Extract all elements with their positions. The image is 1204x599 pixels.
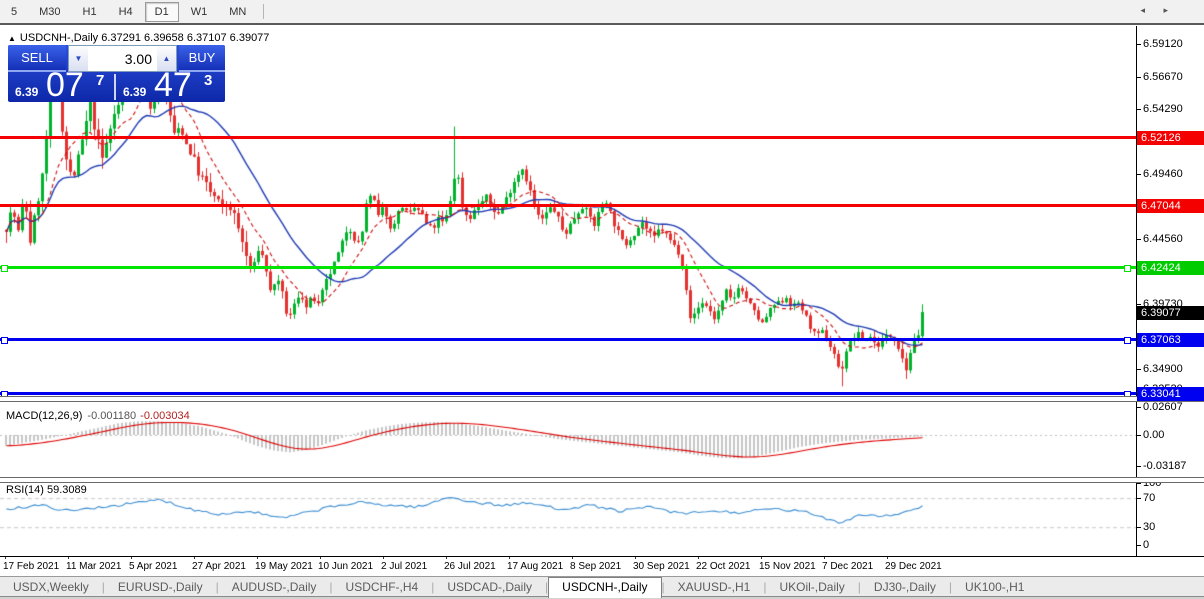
price-tick-label: 6.54290 (1143, 102, 1183, 115)
chart-tab-bar: USDX,Weekly | EURUSD-,Daily | AUDUSD-,Daily |… (0, 576, 1204, 598)
collapse-triangle-icon[interactable]: ▲ (8, 34, 16, 43)
price-level-label: 6.42424 (1137, 261, 1204, 276)
time-axis-line (0, 556, 1204, 557)
date-label: 22 Oct 2021 (696, 561, 751, 572)
date-axis: 17 Feb 2021 11 Mar 2021 5 Apr 2021 27 Apr 2… (0, 556, 1136, 576)
one-click-trade-widget: SELL ▼ ▲ BUY 6.39 07 7 6.39 47 3 (8, 45, 225, 104)
timeframe-button-mn[interactable]: MN (219, 2, 256, 22)
date-label: 17 Feb 2021 (3, 561, 60, 572)
price-tick-label: 6.34900 (1143, 363, 1183, 376)
date-label: 2 Jul 2021 (381, 561, 428, 572)
date-label: 10 Jun 2021 (318, 561, 374, 572)
horizontal-level-line[interactable] (0, 392, 1136, 396)
chart-tab-usdcad[interactable]: USDCAD-,Daily (434, 578, 545, 597)
macd-signal-value: -0.003034 (140, 410, 190, 422)
chart-tab-ukoil[interactable]: UKOil-,Daily (766, 578, 857, 597)
price-tick-label: 6.56670 (1143, 70, 1183, 83)
timeframe-button-m30[interactable]: M30 (29, 2, 70, 22)
chart-tab-uk100[interactable]: UK100-,H1 (952, 578, 1037, 597)
rsi-label: RSI(14) 59.3089 (6, 484, 87, 496)
chart-tab-xauusd[interactable]: XAUUSD-,H1 (665, 578, 764, 597)
rsi-tick-label: 70 (1143, 492, 1156, 505)
price-level-label: 6.52126 (1137, 130, 1204, 145)
ask-quote[interactable]: 6.39 47 3 (116, 66, 222, 104)
chart-tab-usdchf[interactable]: USDCHF-,H4 (333, 578, 432, 597)
line-drag-handle[interactable] (1, 337, 8, 345)
date-label: 15 Nov 2021 (759, 561, 816, 572)
chart-header: ▲ USDCNH-,Daily 6.37291 6.39658 6.37107 6… (8, 32, 269, 44)
volume-input[interactable] (88, 46, 157, 71)
chart-tab-usdx[interactable]: USDX,Weekly (0, 578, 102, 597)
ask-price-pips: 47 (154, 66, 192, 104)
date-label: 17 Aug 2021 (507, 561, 564, 572)
chart-tab-audusd[interactable]: AUDUSD-,Daily (219, 578, 330, 597)
price-tick-label: 6.44560 (1143, 233, 1183, 246)
macd-label: MACD(12,26,9) -0.001180 -0.003034 (6, 410, 190, 422)
ask-price-base: 6.39 (123, 85, 147, 99)
bid-quote[interactable]: 6.39 07 7 (8, 66, 114, 104)
timeframe-button-5[interactable]: 5 (1, 2, 27, 22)
timeframe-button-h4[interactable]: H4 (109, 2, 143, 22)
chart-tab-dj30[interactable]: DJ30-,Daily (861, 578, 949, 597)
toolbar-separator (263, 4, 265, 19)
macd-tick-label: 0.02607 (1143, 400, 1183, 413)
date-label: 11 Mar 2021 (66, 561, 122, 572)
date-label: 19 May 2021 (255, 561, 313, 572)
macd-main-value: -0.001180 (87, 410, 137, 422)
line-drag-handle[interactable] (1124, 265, 1131, 273)
bid-price-pips: 07 (46, 66, 84, 104)
macd-tick-label: 0.00 (1143, 429, 1165, 441)
chart-tab-usdcnh[interactable]: USDCNH-,Daily (548, 577, 662, 598)
timeframe-button-w1[interactable]: W1 (181, 2, 218, 22)
symbol-ohlc-text: USDCNH-,Daily 6.37291 6.39658 6.37107 6.… (19, 32, 270, 44)
date-label: 7 Dec 2021 (822, 561, 874, 572)
timeframe-button-h1[interactable]: H1 (73, 2, 107, 22)
date-label: 26 Jul 2021 (444, 561, 496, 572)
timeframe-button-d1[interactable]: D1 (144, 1, 179, 22)
price-level-label: 6.39077 (1137, 306, 1204, 321)
price-level-label: 6.33041 (1137, 387, 1204, 402)
rsi-tick-label: 0 (1143, 539, 1150, 551)
rsi-pane-separator[interactable] (0, 477, 1204, 483)
ask-price-point: 3 (204, 72, 213, 89)
line-drag-handle[interactable] (1124, 337, 1131, 345)
timeframe-toolbar: 5 M30 H1 H4 D1 W1 MN (0, 0, 1204, 25)
bid-price-base: 6.39 (15, 85, 39, 99)
trading-platform-window: 5 M30 H1 H4 D1 W1 MN ▲ USDCNH-,Daily 6.37291 6.… (0, 0, 1204, 599)
horizontal-level-line[interactable] (0, 266, 1136, 270)
line-drag-handle[interactable] (1, 265, 8, 273)
horizontal-level-line[interactable] (0, 135, 1136, 139)
bid-price-point: 7 (96, 72, 105, 89)
date-label: 8 Sep 2021 (570, 561, 622, 572)
macd-tick-label: -0.03187 (1143, 460, 1187, 472)
price-level-label: 6.47044 (1137, 199, 1204, 214)
price-level-label: 6.37063 (1137, 333, 1204, 348)
macd-pane-separator[interactable] (0, 396, 1204, 402)
price-tick-label: 6.49460 (1143, 167, 1183, 180)
tab-scroll-arrows[interactable]: ◂ ▸ (1140, 5, 1176, 16)
date-label: 5 Apr 2021 (129, 561, 178, 572)
macd-title: MACD(12,26,9) (6, 410, 83, 422)
date-label: 29 Dec 2021 (885, 561, 942, 572)
chart-window: ▲ USDCNH-,Daily 6.37291 6.39658 6.37107 6… (0, 25, 1204, 576)
date-label: 30 Sep 2021 (633, 561, 690, 572)
rsi-tick-label: 30 (1143, 521, 1156, 534)
date-label: 27 Apr 2021 (192, 561, 246, 572)
rsi-indicator-canvas[interactable] (0, 481, 1136, 556)
rsi-title: RSI(14) 59.3089 (6, 484, 87, 496)
price-tick-label: 6.59120 (1143, 38, 1183, 50)
horizontal-level-line[interactable] (0, 338, 1136, 342)
chart-tab-eurusd[interactable]: EURUSD-,Daily (105, 578, 216, 597)
horizontal-level-line[interactable] (0, 204, 1136, 208)
